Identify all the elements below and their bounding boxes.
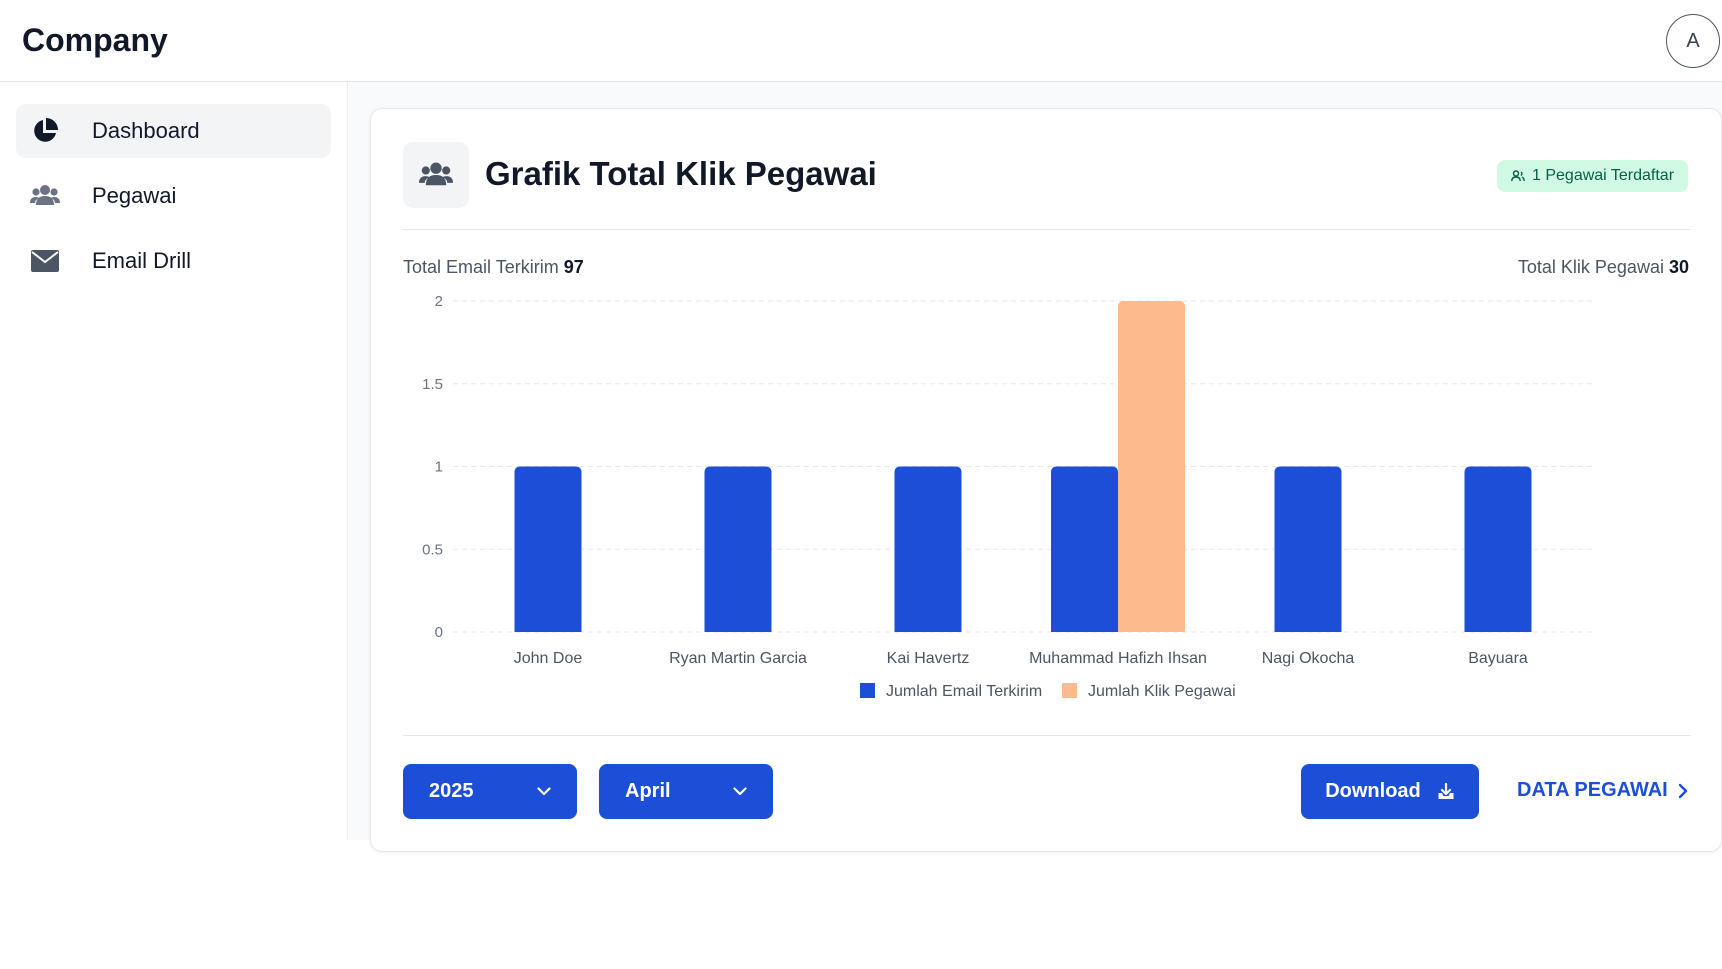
legend-swatch bbox=[1062, 683, 1077, 698]
x-tick-label: Nagi Okocha bbox=[1262, 650, 1355, 667]
sidebar-item-label: Pegawai bbox=[92, 183, 177, 208]
download-label: Download bbox=[1325, 780, 1421, 802]
month-select-value: April bbox=[625, 780, 671, 802]
chevron-down-icon bbox=[733, 787, 747, 796]
x-tick-label: John Doe bbox=[514, 650, 583, 667]
legend-swatch bbox=[860, 683, 875, 698]
bar-email[interactable] bbox=[894, 466, 962, 633]
year-select-value: 2025 bbox=[429, 780, 474, 802]
sidebar-item-pegawai[interactable]: Pegawai bbox=[16, 169, 331, 223]
x-tick-label: Kai Havertz bbox=[887, 650, 970, 667]
pie-chart-icon bbox=[30, 116, 60, 146]
divider bbox=[403, 735, 1691, 736]
bar-klik[interactable] bbox=[1118, 301, 1185, 632]
month-select[interactable]: April bbox=[599, 764, 773, 819]
bar-email[interactable] bbox=[514, 466, 582, 633]
download-button[interactable]: Download bbox=[1301, 764, 1479, 819]
chart-card: Grafik Total Klik Pegawai 1 Pegawai Terd… bbox=[370, 108, 1722, 852]
top-bar: Company A bbox=[0, 0, 1722, 82]
sidebar-item-label: Email Drill bbox=[92, 248, 191, 273]
y-tick-label: 1 bbox=[435, 459, 443, 476]
bar-email[interactable] bbox=[1274, 466, 1342, 633]
x-tick-label: Ryan Martin Garcia bbox=[669, 650, 807, 667]
mail-icon bbox=[30, 246, 60, 276]
chevron-down-icon bbox=[537, 787, 551, 796]
chevron-right-icon bbox=[1678, 783, 1687, 798]
user-avatar[interactable]: A bbox=[1666, 14, 1720, 68]
y-tick-label: 0 bbox=[435, 624, 443, 641]
data-pegawai-link[interactable]: DATA PEGAWAI bbox=[1517, 779, 1688, 802]
bar-email[interactable] bbox=[704, 466, 772, 633]
legend-label[interactable]: Jumlah Klik Pegawai bbox=[1088, 683, 1236, 700]
sidebar-item-email-drill[interactable]: Email Drill bbox=[16, 234, 331, 288]
brand-name: Company bbox=[22, 22, 168, 58]
y-tick-label: 2 bbox=[435, 293, 443, 310]
y-tick-label: 0.5 bbox=[422, 541, 443, 558]
x-tick-label: Bayuara bbox=[1468, 650, 1528, 667]
users-icon bbox=[30, 181, 60, 211]
sidebar-item-label: Dashboard bbox=[92, 118, 200, 143]
x-tick-label: Muhammad Hafizh Ihsan bbox=[1029, 650, 1207, 667]
sidebar-item-dashboard[interactable]: Dashboard bbox=[16, 104, 331, 158]
download-icon bbox=[1438, 782, 1454, 799]
bar-email[interactable] bbox=[1051, 466, 1118, 633]
y-tick-label: 1.5 bbox=[422, 376, 443, 393]
bar-chart: 0 0.5 1 1.5 2 John Doe Ryan Martin Garcia Kai H… bbox=[422, 293, 1593, 700]
year-select[interactable]: 2025 bbox=[403, 764, 577, 819]
legend-label[interactable]: Jumlah Email Terkirim bbox=[886, 683, 1042, 700]
data-pegawai-label: DATA PEGAWAI bbox=[1517, 779, 1668, 801]
sidebar: Dashboard Pegawai Email Drill bbox=[0, 82, 348, 840]
bar-email[interactable] bbox=[1464, 466, 1532, 633]
